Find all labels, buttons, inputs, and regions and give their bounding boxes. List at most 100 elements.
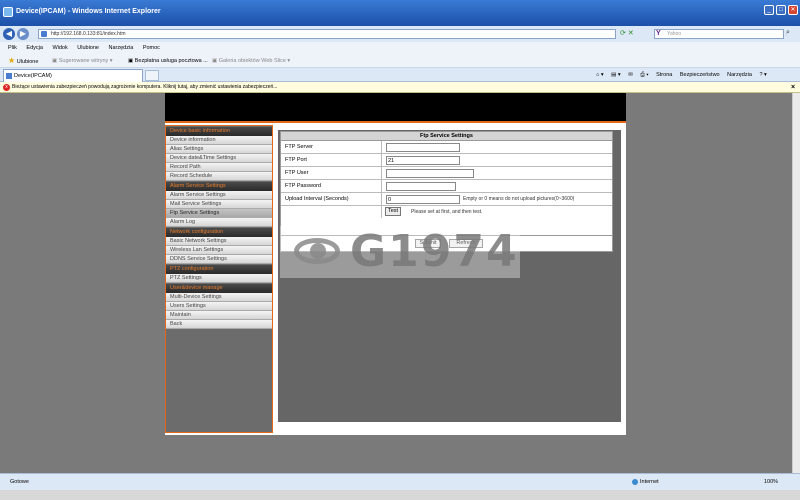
test-row-spacer xyxy=(281,206,382,218)
vertical-scrollbar[interactable] xyxy=(792,93,800,473)
row-ftp-port: FTP Port xyxy=(281,154,612,167)
upload-interval-input[interactable] xyxy=(386,195,460,204)
sidebar-item-ptz[interactable]: PTZ Settings xyxy=(166,274,272,283)
title-bar: Device(IPCAM) - Windows Internet Explore… xyxy=(0,0,800,26)
command-bar: ⌂ ▾ ▤ ▾ ✉ ⎙ ▾ Strona Bezpieczeństwo Narz… xyxy=(596,68,773,82)
ftp-form: Ftp Service Settings FTP Server FTP Port… xyxy=(280,131,613,236)
menu-tools[interactable]: Narzędzia xyxy=(109,45,134,51)
favorites-bar: ★ Ulubione ▣ Sugerowane witryny ▾ ▣ Bezp… xyxy=(0,54,800,68)
sidebar-item-record-schedule[interactable]: Record Schedule xyxy=(166,172,272,181)
row-upload-interval: Upload Interval (Seconds) Empty or 0 mea… xyxy=(281,193,612,206)
minimize-button[interactable]: _ xyxy=(764,5,774,15)
page-header-banner xyxy=(165,93,626,123)
sidebar-item-alarm-service[interactable]: Alarm Service Settings xyxy=(166,191,272,200)
infobar-text: Bieżące ustawienia zabezpieczeń powodują… xyxy=(12,84,278,90)
close-infobar-icon[interactable]: × xyxy=(791,82,795,93)
search-placeholder: Yahoo xyxy=(667,31,682,37)
refresh-stop-icons[interactable]: ⟳✕ xyxy=(620,29,636,37)
side-head-network: Network configuration xyxy=(166,228,272,237)
cmd-security[interactable]: Bezpieczeństwo xyxy=(680,72,720,78)
menu-help[interactable]: Pomoc xyxy=(143,45,160,51)
ftp-port-input[interactable] xyxy=(386,156,460,165)
sidebar-item-device-info[interactable]: Device information xyxy=(166,136,272,145)
sidebar-item-ddns[interactable]: DDNS Service Settings xyxy=(166,255,272,264)
cmd-tools[interactable]: Narzędzia xyxy=(727,72,752,78)
close-window-button[interactable]: ✕ xyxy=(788,5,798,15)
favorites-button[interactable]: ★ Ulubione xyxy=(8,54,38,69)
favorites-label: Ulubione xyxy=(16,59,39,65)
security-info-bar[interactable]: x Bieżące ustawienia zabezpieczeń powodu… xyxy=(0,82,800,93)
taskbar-strip xyxy=(0,490,800,500)
ftp-server-input[interactable] xyxy=(386,143,460,152)
tab-label: Device(IPCAM) xyxy=(14,73,52,79)
page-icon xyxy=(41,31,47,37)
sidebar-item-mail-service[interactable]: Mail Service Settings xyxy=(166,200,272,209)
menu-view[interactable]: Widok xyxy=(52,45,67,51)
warning-icon: x xyxy=(3,84,10,91)
help-icon[interactable]: ? ▾ xyxy=(759,72,766,78)
sidebar-item-back[interactable]: Back xyxy=(166,320,272,329)
row-test: Test Please set at first, and then test. xyxy=(281,206,612,219)
back-button[interactable]: ◀ xyxy=(3,28,15,40)
sidebar-item-alarm-log[interactable]: Alarm Log xyxy=(166,218,272,227)
yahoo-icon: Y xyxy=(656,30,661,37)
feeds-icon[interactable]: ▤ ▾ xyxy=(611,72,621,78)
form-title: Ftp Service Settings xyxy=(281,132,612,141)
test-button[interactable]: Test xyxy=(385,207,402,216)
sidebar-item-users[interactable]: Users Settings xyxy=(166,302,272,311)
home-icon[interactable]: ⌂ ▾ xyxy=(596,72,604,78)
forward-button[interactable]: ▶ xyxy=(17,28,29,40)
fav-item-suggested[interactable]: ▣ Sugerowane witryny ▾ xyxy=(52,54,113,68)
globe-icon xyxy=(632,479,638,485)
menu-edit[interactable]: Edycja xyxy=(26,45,43,51)
print-icon[interactable]: ⎙ ▾ xyxy=(640,72,648,78)
sidebar-item-datetime[interactable]: Device date&Time Settings xyxy=(166,154,272,163)
new-tab-button[interactable] xyxy=(145,70,159,81)
tab-device[interactable]: Device(IPCAM) xyxy=(3,69,143,82)
status-ready: Gotowe xyxy=(10,479,29,485)
fav-suggested-label: Sugerowane witryny xyxy=(58,58,109,64)
search-icon[interactable]: ⌕ xyxy=(786,29,790,37)
menu-favorites[interactable]: Ulubione xyxy=(77,45,99,51)
side-head-basic: Device basic information xyxy=(166,127,272,136)
ftp-user-input[interactable] xyxy=(386,169,474,178)
fav-mail-label: Bezpłatna usługa pocztowa ... xyxy=(134,58,208,64)
window-title: Device(IPCAM) - Windows Internet Explore… xyxy=(16,8,161,15)
sidebar-item-basic-network[interactable]: Basic Network Settings xyxy=(166,237,272,246)
cmd-page[interactable]: Strona xyxy=(656,72,672,78)
mail-icon[interactable]: ✉ xyxy=(628,72,633,78)
ftp-server-label: FTP Server xyxy=(281,141,382,153)
maximize-button[interactable]: □ xyxy=(776,5,786,15)
address-input[interactable]: http://192.168.0.133:81/index.htm xyxy=(38,29,616,39)
menu-bar: Plik Edycja Widok Ulubione Narzędzia Pom… xyxy=(0,42,800,54)
side-head-user: User&device manage xyxy=(166,284,272,293)
side-head-ptz: PTZ configuration xyxy=(166,265,272,274)
address-toolbar: ◀ ▶ http://192.168.0.133:81/index.htm ⟳✕… xyxy=(0,26,800,42)
sidebar-item-multi-device[interactable]: Multi-Device Settings xyxy=(166,293,272,302)
sidebar-item-record-path[interactable]: Record Path xyxy=(166,163,272,172)
zoom-level[interactable]: 100% xyxy=(764,474,778,490)
ftp-password-input[interactable] xyxy=(386,182,456,191)
test-hint: Please set at first, and then test. xyxy=(411,209,483,215)
status-bar: Gotowe Internet 100% xyxy=(0,473,800,490)
menu-file[interactable]: Plik xyxy=(8,45,17,51)
ftp-password-label: FTP Password xyxy=(281,180,382,192)
ftp-port-label: FTP Port xyxy=(281,154,382,166)
fav-item-mail[interactable]: ▣ Bezpłatna usługa pocztowa ... xyxy=(128,54,208,68)
sidebar-item-ftp-service[interactable]: Ftp Service Settings xyxy=(166,209,272,218)
search-input[interactable]: Y Yahoo xyxy=(654,29,784,39)
eye-pupil xyxy=(310,243,326,259)
fav-item-webslice[interactable]: ▣ Galeria obiektów Web Slice ▾ xyxy=(212,54,290,68)
fav-webslice-label: Galeria obiektów Web Slice xyxy=(218,58,286,64)
sidebar-item-wireless[interactable]: Wireless Lan Settings xyxy=(166,246,272,255)
sidebar-item-alias[interactable]: Alias Settings xyxy=(166,145,272,154)
status-zone: Internet xyxy=(640,479,659,485)
upload-interval-label: Upload Interval (Seconds) xyxy=(281,193,382,205)
side-head-alarm: Alarm Service Settings xyxy=(166,182,272,191)
sidebar-item-maintain[interactable]: Maintain xyxy=(166,311,272,320)
row-ftp-password: FTP Password xyxy=(281,180,612,193)
address-text: http://192.168.0.133:81/index.htm xyxy=(51,31,126,37)
ftp-user-label: FTP User xyxy=(281,167,382,179)
row-ftp-server: FTP Server xyxy=(281,141,612,154)
row-ftp-user: FTP User xyxy=(281,167,612,180)
